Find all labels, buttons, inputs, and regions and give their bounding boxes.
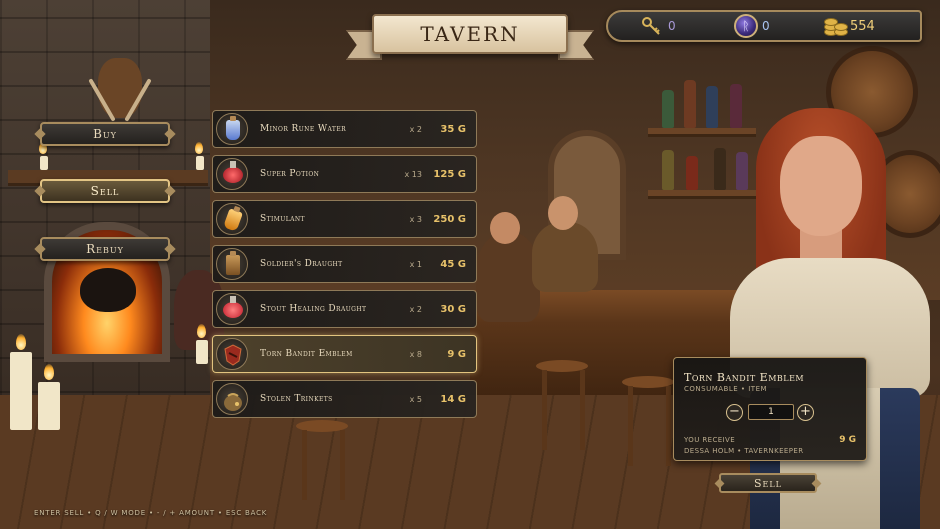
item-price: 125 G [433,168,466,180]
receive-label: You receive [684,436,736,444]
key-counter: 0 [640,12,676,40]
candle [10,352,32,430]
bottle [686,156,698,190]
item-price: 30 G [440,303,466,315]
red-flask-icon [216,158,248,190]
receive-value: 9 G [839,435,856,445]
trinket-pouch-icon [216,383,248,415]
item-price: 14 G [440,393,466,405]
sell-button[interactable]: Sell [719,473,817,493]
item-quantity: x 2 [409,124,422,134]
patron-head [490,212,520,244]
item-name: Stolen Trinkets [260,394,333,404]
item-detail-panel: Torn Bandit Emblem Consumable • Item − 1… [673,357,867,461]
tab-sell[interactable]: Sell [40,179,170,203]
candle [196,156,204,170]
patron-head [548,196,578,230]
patron [532,222,598,292]
item-quantity: x 2 [409,304,422,314]
list-item[interactable]: Stimulant x 3 250 G [212,200,477,238]
patron [476,232,540,322]
candle [196,340,208,364]
list-item[interactable]: Soldier's Draught x 1 45 G [212,245,477,283]
list-item[interactable]: Minor Rune Water x 2 35 G [212,110,477,148]
bottle [662,90,674,128]
list-item-selected[interactable]: Torn Bandit Emblem x 8 9 G [212,335,477,373]
blue-vial-icon [216,113,248,145]
resource-bar: 0 ᚱ 0 554 [606,10,922,42]
mounted-deer-head [88,58,152,122]
item-name: Torn Bandit Emblem [260,349,353,359]
item-price: 250 G [433,213,466,225]
list-item[interactable]: Stout Healing Draught x 2 30 G [212,290,477,328]
gold-counter: 554 [822,12,875,40]
item-quantity: x 1 [409,259,422,269]
item-name: Super Potion [260,169,320,179]
quantity-stepper[interactable]: 1 [748,404,794,420]
emblem-icon [216,338,248,370]
vendor-name: Dessa Holm • Tavernkeeper [684,447,804,455]
item-name: Stout Healing Draught [260,304,367,314]
detail-subtitle: Consumable • Item [684,385,768,393]
item-quantity: x 5 [409,394,422,404]
orb-counter: ᚱ 0 [734,12,770,40]
item-name: Minor Rune Water [260,124,347,134]
candle [40,156,48,170]
quantity-decrease-button[interactable]: − [726,404,743,421]
bottle [662,150,674,190]
quantity-increase-button[interactable]: + [797,404,814,421]
item-price: 9 G [447,348,466,360]
title-banner: Tavern [346,12,594,60]
list-item[interactable]: Super Potion x 13 125 G [212,155,477,193]
page-title: Tavern [420,22,520,46]
item-price: 35 G [440,123,466,135]
item-name: Soldier's Draught [260,259,343,269]
item-price: 45 G [440,258,466,270]
item-quantity: x 3 [409,214,422,224]
gold-coins-icon [822,14,848,38]
tavernkeeper-portrait [710,108,940,529]
orange-vial-icon [216,203,248,235]
detail-title: Torn Bandit Emblem [684,371,805,384]
key-icon [640,14,664,38]
tab-buy[interactable]: Buy [40,122,170,146]
orb-count: 0 [762,19,770,33]
controls-hint: Enter Sell • Q / W Mode • - / + Amount •… [34,509,268,517]
gold-count: 554 [850,18,875,34]
item-quantity: x 13 [404,169,422,179]
red-round-flask-icon [216,293,248,325]
tab-rebuy[interactable]: Rebuy [40,237,170,261]
list-item[interactable]: Stolen Trinkets x 5 14 G [212,380,477,418]
bottle [684,80,696,128]
candle [38,382,60,430]
item-name: Stimulant [260,214,305,224]
tankard-icon [216,248,248,280]
item-quantity: x 8 [409,349,422,359]
cauldron [80,268,136,312]
key-count: 0 [668,19,676,33]
rune-orb-icon: ᚱ [734,14,758,38]
